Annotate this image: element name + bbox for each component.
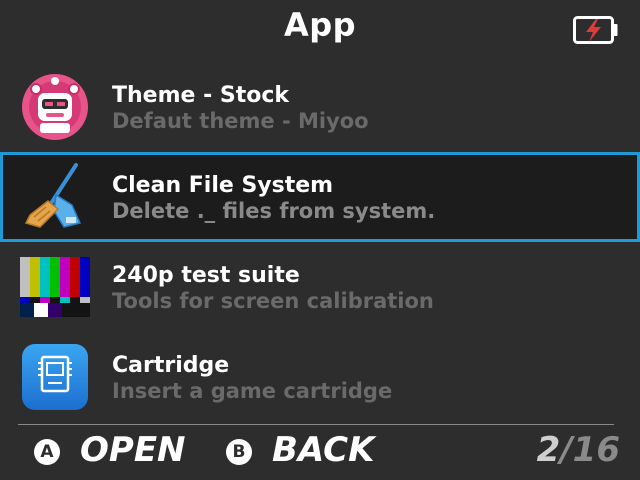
- item-name: Clean File System: [112, 173, 334, 198]
- item-name: Theme - Stock: [112, 83, 290, 108]
- b-button-icon: B: [226, 439, 252, 465]
- app-list: Theme - Stock Defaut theme - Miyoo Clean…: [0, 62, 640, 422]
- battery-charging-icon: [573, 16, 618, 44]
- item-description: Tools for screen calibration: [112, 289, 434, 313]
- page-total: 16: [572, 430, 620, 470]
- open-button[interactable]: OPEN: [80, 430, 186, 470]
- item-description: Defaut theme - Miyoo: [112, 109, 369, 133]
- header-bar: App: [0, 0, 640, 58]
- page-current: 2: [536, 430, 561, 470]
- list-item-theme-stock[interactable]: Theme - Stock Defaut theme - Miyoo: [0, 62, 640, 152]
- cartridge-icon: [22, 344, 88, 410]
- back-button[interactable]: BACK: [272, 430, 374, 470]
- item-description: Insert a game cartridge: [112, 379, 393, 403]
- footer-bar: A OPEN B BACK 2/16: [0, 428, 640, 480]
- item-name: 240p test suite: [112, 263, 300, 288]
- item-name: Cartridge: [112, 353, 230, 378]
- list-item-240p-test-suite[interactable]: 240p test suite Tools for screen calibra…: [0, 242, 640, 332]
- list-item-cartridge[interactable]: Cartridge Insert a game cartridge: [0, 332, 640, 422]
- page-title: App: [283, 6, 357, 44]
- color-bars-icon: [20, 257, 90, 317]
- page-indicator: 2/16: [537, 430, 620, 470]
- list-item-clean-file-system[interactable]: Clean File System Delete ._ files from s…: [0, 152, 640, 242]
- page-separator: /: [560, 430, 573, 470]
- broom-dustpan-icon: [24, 163, 82, 228]
- item-description: Delete ._ files from system.: [112, 199, 436, 223]
- a-button-icon: A: [34, 439, 60, 465]
- footer-divider: [18, 424, 614, 425]
- theme-robot-icon: [22, 74, 88, 140]
